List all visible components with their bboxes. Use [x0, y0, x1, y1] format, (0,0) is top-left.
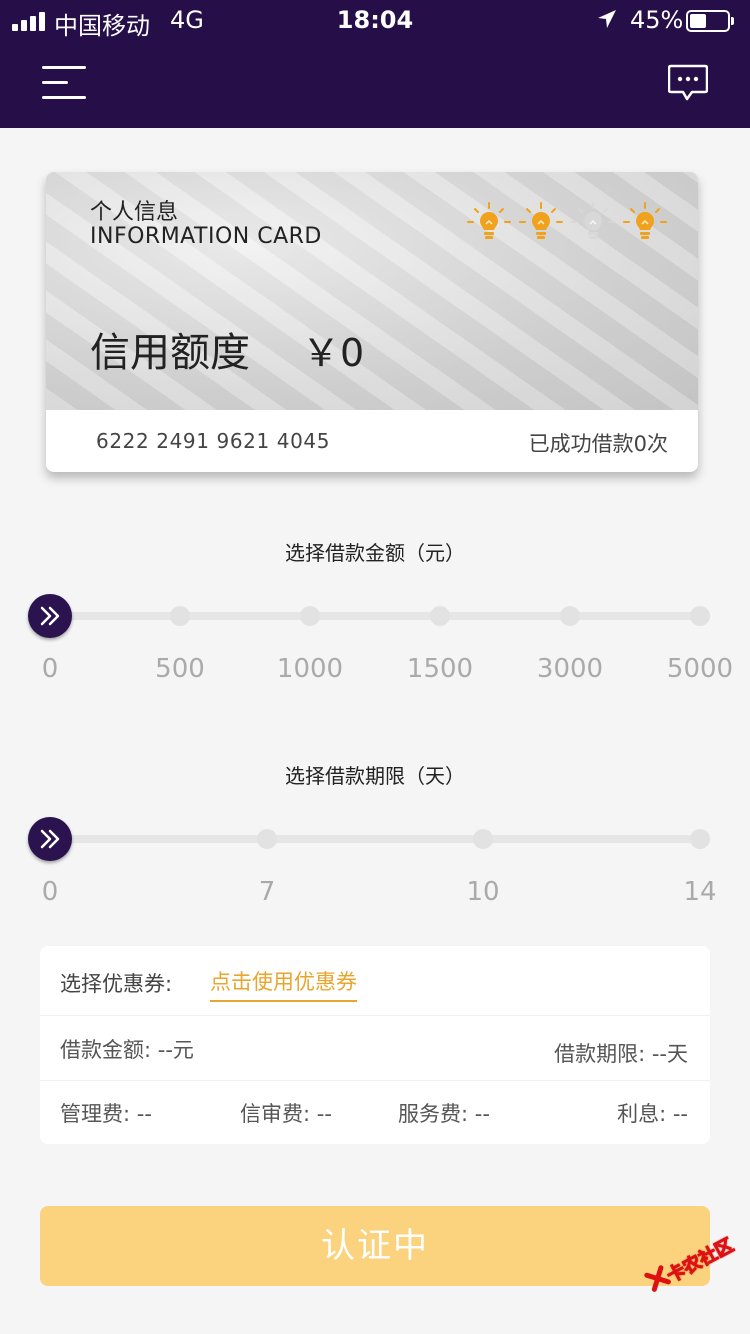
slider-tick-label: 3000: [536, 654, 604, 684]
slider-step-dot[interactable]: [690, 829, 710, 849]
divider: [40, 1015, 710, 1016]
slider-tick-label: 7: [258, 877, 276, 907]
credit-limit-label: 信用额度: [90, 330, 250, 376]
credit-level-bulbs: [466, 202, 676, 246]
divider: [40, 1080, 710, 1081]
slider-tick-label: 0: [41, 877, 59, 907]
card-footer: 6222 2491 9621 4045 已成功借款0次: [46, 410, 698, 472]
card-face: 个人信息 INFORMATION CARD 信用额度 ￥0: [46, 172, 698, 410]
slider-thumb[interactable]: [28, 594, 72, 638]
slider-tick-label: 0: [41, 654, 59, 684]
double-chevron-right-icon: [40, 606, 60, 626]
slider-tick-label: 10: [466, 877, 500, 907]
slider-track[interactable]: [50, 835, 700, 843]
slider-step-dot[interactable]: [690, 606, 710, 626]
coupon-label: 选择优惠券:: [60, 972, 173, 996]
service-fee-text: 服务费: --: [398, 1102, 490, 1126]
loan-summary-panel: 选择优惠券: 点击使用优惠券 借款金额: --元 借款期限: --天 管理费: …: [40, 946, 710, 1144]
loan-amount-text: 借款金额: --元: [60, 1038, 194, 1062]
slider-step-dot[interactable]: [300, 606, 320, 626]
amount-slider-title: 选择借款金额（元）: [285, 541, 465, 565]
message-icon[interactable]: [668, 64, 708, 102]
double-chevron-right-icon: [40, 829, 60, 849]
loan-term-text: 借款期限: --天: [554, 1042, 688, 1066]
information-card: 个人信息 INFORMATION CARD 信用额度 ￥0 6222 2491 …: [46, 172, 698, 472]
location-arrow-icon: [598, 10, 616, 28]
term-slider-title: 选择借款期限（天）: [285, 764, 465, 788]
slider-step-dot[interactable]: [473, 829, 493, 849]
slider-thumb[interactable]: [28, 817, 72, 861]
lightbulb-icon: [466, 202, 512, 246]
menu-icon[interactable]: [42, 66, 86, 100]
management-fee-text: 管理费: --: [60, 1102, 152, 1126]
battery-percent: 45%: [630, 6, 684, 34]
slider-tick-label: 1000: [276, 654, 344, 684]
card-subtitle: INFORMATION CARD: [90, 224, 322, 249]
review-fee-text: 信审费: --: [240, 1102, 332, 1126]
card-title: 个人信息: [90, 200, 179, 225]
app-header: 中国移动 4G 18:04 45%: [0, 0, 750, 128]
slider-step-dot[interactable]: [560, 606, 580, 626]
slider-step-dot[interactable]: [257, 829, 277, 849]
battery-level: [690, 14, 706, 28]
lightbulb-icon: [570, 202, 616, 246]
slider-step-dot[interactable]: [170, 606, 190, 626]
slider-track[interactable]: [50, 612, 700, 620]
slider-step-dot[interactable]: [430, 606, 450, 626]
slider-tick-label: 500: [155, 654, 205, 684]
lightbulb-icon: [622, 202, 668, 246]
battery-icon: [686, 10, 734, 32]
verifying-button[interactable]: 认证中: [40, 1206, 710, 1286]
lightbulb-icon: [518, 202, 564, 246]
slider-tick-label: 1500: [406, 654, 474, 684]
status-bar: 中国移动 4G 18:04 45%: [0, 0, 750, 40]
credit-limit-value: ￥0: [302, 331, 365, 375]
slider-tick-label: 5000: [666, 654, 734, 684]
card-number: 6222 2491 9621 4045: [96, 429, 331, 453]
slider-tick-label: 14: [683, 877, 717, 907]
loan-count: 已成功借款0次: [528, 432, 668, 456]
interest-text: 利息: --: [617, 1102, 688, 1126]
use-coupon-link[interactable]: 点击使用优惠券: [210, 966, 357, 1002]
